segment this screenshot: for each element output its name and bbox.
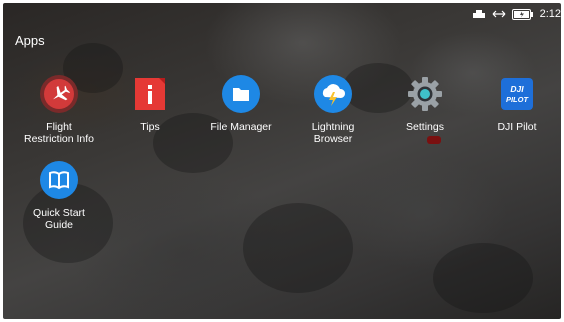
battery-icon — [511, 8, 534, 20]
app-label: Quick Start Guide — [33, 207, 85, 231]
app-settings[interactable]: Settings — [375, 75, 475, 133]
status-bar: 2:12 — [472, 6, 561, 22]
svg-text:PILOT: PILOT — [506, 95, 530, 104]
app-lightning-browser[interactable]: Lightning Browser — [283, 75, 383, 145]
airplane-icon — [40, 75, 78, 113]
wallpaper-tree — [243, 203, 353, 293]
app-quick-start-guide[interactable]: Quick Start Guide — [9, 161, 109, 231]
book-icon — [40, 161, 78, 199]
tips-icon — [131, 75, 169, 113]
app-label: File Manager — [210, 121, 272, 133]
home-screen: 2:12 Apps Flight Restriction Info Tips F… — [3, 3, 561, 319]
folder-icon — [222, 75, 260, 113]
app-tips[interactable]: Tips — [100, 75, 200, 133]
dji-pilot-icon: DJI PILOT — [498, 75, 536, 113]
app-label: Tips — [140, 121, 160, 133]
wallpaper-tree — [433, 243, 533, 313]
app-label: Settings — [406, 121, 444, 133]
app-label: Flight Restriction Info — [23, 121, 95, 145]
sync-arrows-icon — [492, 9, 506, 19]
wallpaper-red-car — [427, 136, 441, 144]
gear-icon — [406, 75, 444, 113]
usb-icon — [472, 9, 486, 19]
app-flight-restriction-info[interactable]: Flight Restriction Info — [9, 75, 109, 145]
lightning-cloud-icon — [314, 75, 352, 113]
page-title: Apps — [15, 33, 45, 48]
app-label: DJI Pilot — [497, 121, 537, 133]
app-file-manager[interactable]: File Manager — [191, 75, 291, 133]
app-label: Lightning Browser — [311, 121, 355, 145]
svg-text:DJI: DJI — [510, 84, 524, 94]
clock: 2:12 — [539, 8, 561, 20]
app-dji-pilot[interactable]: DJI PILOT DJI Pilot — [467, 75, 561, 133]
